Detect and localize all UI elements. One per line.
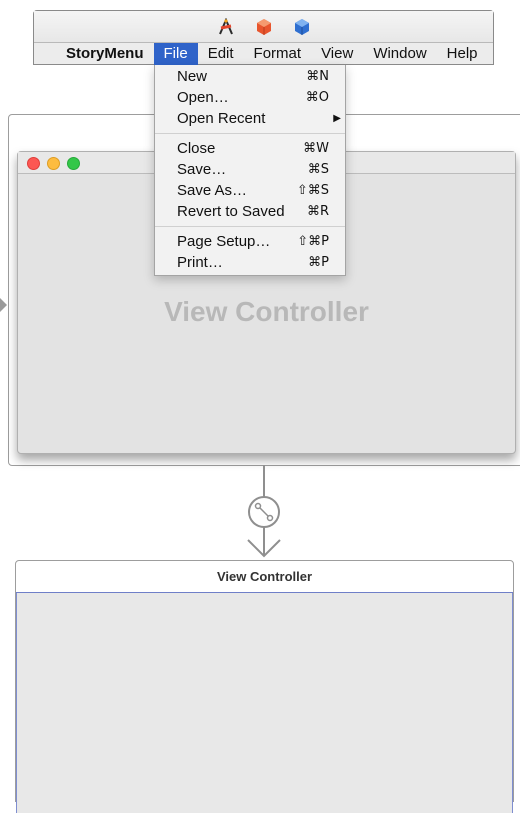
menu-item-shortcut: ⌘R — [306, 204, 329, 219]
menu-item-label: Save As… — [177, 182, 248, 199]
menu-item-shortcut: ⌘S — [307, 162, 329, 177]
menu-item-label: Print… — [177, 254, 223, 271]
menu-item-label: Save… — [177, 161, 227, 178]
menu-item-close[interactable]: Close ⌘W — [155, 138, 345, 159]
menu-item-shortcut: ⌘P — [308, 255, 329, 270]
view-controller-scene[interactable]: View Controller — [15, 560, 514, 813]
menu-separator — [155, 226, 345, 227]
menu-item-label: Open… — [177, 89, 229, 106]
menu-item-open-recent[interactable]: Open Recent ▶ — [155, 108, 345, 129]
menu-item-shortcut: ⌘W — [303, 141, 329, 156]
menu-item-label: Open Recent — [177, 110, 266, 127]
menu-item-shortcut: ⌘N — [306, 69, 329, 84]
menu-item-print[interactable]: Print… ⌘P — [155, 252, 345, 273]
menu-item-shortcut: ⇧⌘S — [296, 183, 329, 198]
menu-item-revert[interactable]: Revert to Saved ⌘R — [155, 201, 345, 222]
menu-item-open[interactable]: Open… ⌘O — [155, 87, 345, 108]
submenu-arrow-icon: ▶ — [333, 113, 341, 124]
menu-item-save[interactable]: Save… ⌘S — [155, 159, 345, 180]
menu-item-page-setup[interactable]: Page Setup… ⇧⌘P — [155, 231, 345, 252]
menu-item-save-as[interactable]: Save As… ⇧⌘S — [155, 180, 345, 201]
menu-separator — [155, 133, 345, 134]
menu-item-label: Page Setup… — [177, 233, 271, 250]
scene-title: View Controller — [16, 561, 513, 593]
file-menu-dropdown: New ⌘N Open… ⌘O Open Recent ▶ Close ⌘W S… — [154, 65, 346, 276]
menu-item-label: Close — [177, 140, 216, 157]
menu-item-shortcut: ⌘O — [305, 90, 329, 105]
view-controller-canvas[interactable] — [16, 593, 513, 813]
menu-item-label: Revert to Saved — [177, 203, 285, 220]
menu-item-new[interactable]: New ⌘N — [155, 66, 345, 87]
menu-item-shortcut: ⇧⌘P — [297, 234, 329, 249]
menu-item-label: New — [177, 68, 208, 85]
